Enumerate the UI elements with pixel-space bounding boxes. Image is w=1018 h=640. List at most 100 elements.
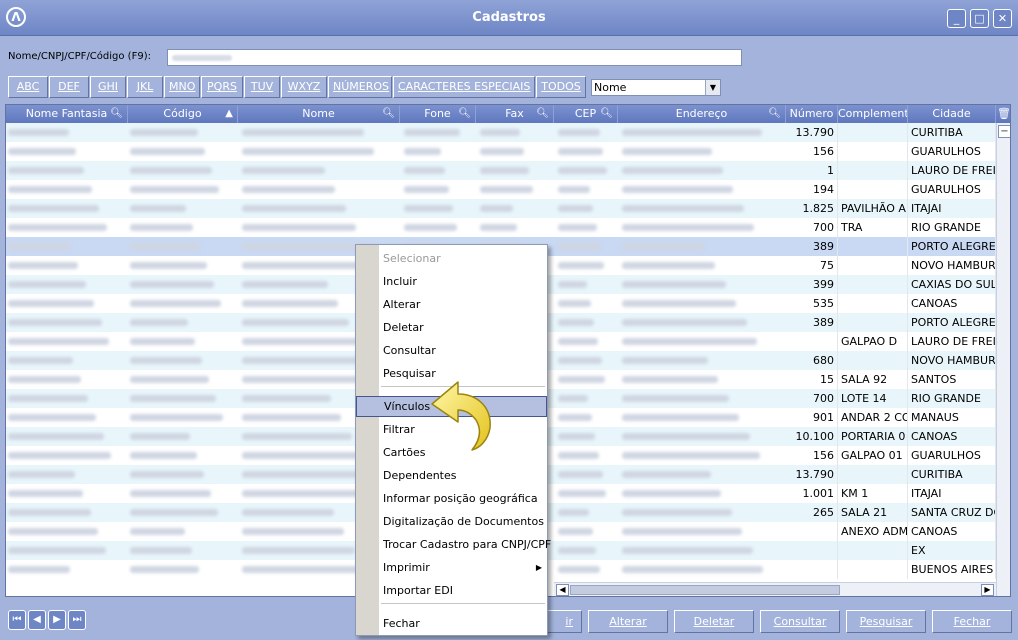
- redacted-cell: [404, 129, 460, 136]
- pesquisar-button[interactable]: Pesquisar: [846, 610, 926, 633]
- trash-icon[interactable]: 🗑: [996, 105, 1010, 123]
- cell-complemento: [838, 142, 908, 161]
- column-header-fax[interactable]: Fax 🔍︎: [476, 105, 554, 123]
- cell-cidade: BUENOS AIRES: [908, 560, 996, 579]
- first-record-icon[interactable]: ⏮: [8, 610, 26, 630]
- vertical-scrollbar[interactable]: −: [996, 123, 1010, 596]
- table-row[interactable]: 13.790 CURITIBA: [6, 123, 996, 142]
- redacted-cell: [242, 129, 364, 136]
- search-icon[interactable]: 🔍︎: [110, 105, 123, 123]
- cell-complemento: SALA 21: [838, 503, 908, 522]
- filter-tuv-button[interactable]: TUV: [244, 76, 280, 98]
- sort-asc-icon[interactable]: ▲: [225, 105, 233, 123]
- close-button[interactable]: ✕: [993, 9, 1012, 28]
- menu-item-digitalizacao-de-documentos[interactable]: Digitalização de Documentos: [356, 511, 547, 532]
- submenu-arrow-icon: ▶: [535, 563, 542, 572]
- filter-def-button[interactable]: DEF: [49, 76, 89, 98]
- filter-pqrs-button[interactable]: PQRS: [201, 76, 243, 98]
- table-row[interactable]: 700 TRA RIO GRANDE: [6, 218, 996, 237]
- filter-mno-button[interactable]: MNO: [164, 76, 200, 98]
- column-header-label: Cidade: [932, 107, 971, 120]
- chevron-down-icon[interactable]: ▼: [705, 80, 720, 95]
- redacted-cell: [480, 205, 513, 212]
- menu-item-importar-edi[interactable]: Importar EDI: [356, 580, 547, 601]
- column-header-nome-fantasia[interactable]: Nome Fantasia 🔍︎: [6, 105, 128, 123]
- consultar-button[interactable]: Consultar: [760, 610, 840, 633]
- cell-complemento: SALA 92: [838, 370, 908, 389]
- menu-item-dependentes[interactable]: Dependentes: [356, 465, 547, 486]
- scroll-left-icon[interactable]: ◀: [556, 584, 569, 596]
- search-icon[interactable]: 🔍︎: [600, 105, 613, 123]
- redacted-cell: [130, 376, 209, 383]
- filter-ghi-button[interactable]: GHI: [90, 76, 126, 98]
- search-icon[interactable]: 🔍︎: [536, 105, 549, 123]
- column-header-cep[interactable]: CEP 🔍︎: [554, 105, 618, 123]
- column-header-complemento[interactable]: Complemento: [838, 105, 908, 123]
- collapse-icon[interactable]: −: [998, 125, 1010, 138]
- column-header-numero[interactable]: Número: [786, 105, 838, 123]
- redacted-cell: [558, 414, 592, 421]
- cell-complemento: GALPAO 01: [838, 446, 908, 465]
- redacted-cell: [622, 319, 747, 326]
- menu-item-selecionar: Selecionar: [356, 248, 547, 269]
- menu-item-fechar[interactable]: Fechar: [356, 613, 547, 634]
- order-by-select[interactable]: Nome ▼: [591, 79, 721, 96]
- table-row[interactable]: 194 GUARULHOS: [6, 180, 996, 199]
- menu-item-incluir[interactable]: Incluir: [356, 271, 547, 292]
- menu-item-imprimir[interactable]: Imprimir ▶: [356, 557, 547, 578]
- redacted-cell: [242, 148, 374, 155]
- search-icon[interactable]: 🔍︎: [768, 105, 781, 123]
- redacted-cell: [8, 414, 96, 421]
- last-record-icon[interactable]: ⏭: [68, 610, 86, 630]
- curved-arrow-pointer-icon: [431, 381, 491, 451]
- column-header-cidade[interactable]: Cidade: [908, 105, 996, 123]
- scrollbar-thumb[interactable]: [570, 585, 840, 595]
- column-header-label: Fax: [505, 107, 524, 120]
- minimize-button[interactable]: _: [947, 9, 966, 28]
- filter-abc-button[interactable]: ABC: [8, 76, 48, 98]
- redacted-cell: [622, 452, 760, 459]
- previous-record-icon[interactable]: ◀: [28, 610, 46, 630]
- menu-item-alterar[interactable]: Alterar: [356, 294, 547, 315]
- column-header-label: Complemento: [838, 107, 908, 120]
- redacted-cell: [8, 148, 76, 155]
- alterar-button[interactable]: Alterar: [588, 610, 668, 633]
- horizontal-scrollbar[interactable]: ◀ ▶: [554, 582, 996, 596]
- table-row[interactable]: 1 LAURO DE FREIT: [6, 161, 996, 180]
- search-input[interactable]: [167, 49, 742, 66]
- table-row[interactable]: 156 GUARULHOS: [6, 142, 996, 161]
- search-icon[interactable]: 🔍︎: [458, 105, 471, 123]
- column-header-fone[interactable]: Fone 🔍︎: [400, 105, 476, 123]
- redacted-cell: [8, 319, 102, 326]
- cell-cidade: LAURO DE FREIT: [908, 332, 996, 351]
- next-record-icon[interactable]: ▶: [48, 610, 66, 630]
- column-header-endereco[interactable]: Endereço 🔍︎: [618, 105, 786, 123]
- search-icon[interactable]: 🔍︎: [382, 105, 395, 123]
- redacted-cell: [558, 471, 603, 478]
- maximize-button[interactable]: □: [970, 9, 989, 28]
- scroll-right-icon[interactable]: ▶: [981, 584, 994, 596]
- filter-wxyz-button[interactable]: WXYZ: [281, 76, 327, 98]
- deletar-button[interactable]: Deletar: [674, 610, 754, 633]
- menu-item-label: Digitalização de Documentos: [383, 515, 544, 528]
- redacted-cell: [622, 262, 715, 269]
- table-row[interactable]: 1.825 PAVILHÃO A ITAJAI: [6, 199, 996, 218]
- menu-item-consultar[interactable]: Consultar: [356, 340, 547, 361]
- fechar-button[interactable]: Fechar: [932, 610, 1012, 633]
- cell-cidade: SANTA CRUZ DO: [908, 503, 996, 522]
- menu-item-deletar[interactable]: Deletar: [356, 317, 547, 338]
- menu-item-informar-posicao-geografica[interactable]: Informar posição geográfica: [356, 488, 547, 509]
- filter-todos-button[interactable]: TODOS: [536, 76, 586, 98]
- redacted-cell: [130, 224, 193, 231]
- filter-jkl-button[interactable]: JKL: [127, 76, 163, 98]
- cell-cidade: CANOAS: [908, 294, 996, 313]
- redacted-cell: [242, 414, 341, 421]
- column-header-codigo[interactable]: Código ▲: [128, 105, 238, 123]
- column-header-nome[interactable]: Nome 🔍︎: [238, 105, 400, 123]
- filter-numeros-button[interactable]: NÚMEROS: [328, 76, 392, 98]
- menu-item-trocar-cadastro-para-cnpj-cpf[interactable]: Trocar Cadastro para CNPJ/CPF: [356, 534, 551, 555]
- cell-complemento: [838, 256, 908, 275]
- filter-caracteres-especiais-button[interactable]: CARACTERES ESPECIAIS: [393, 76, 535, 98]
- cell-complemento: [838, 560, 908, 579]
- menu-item-label: Consultar: [383, 344, 436, 357]
